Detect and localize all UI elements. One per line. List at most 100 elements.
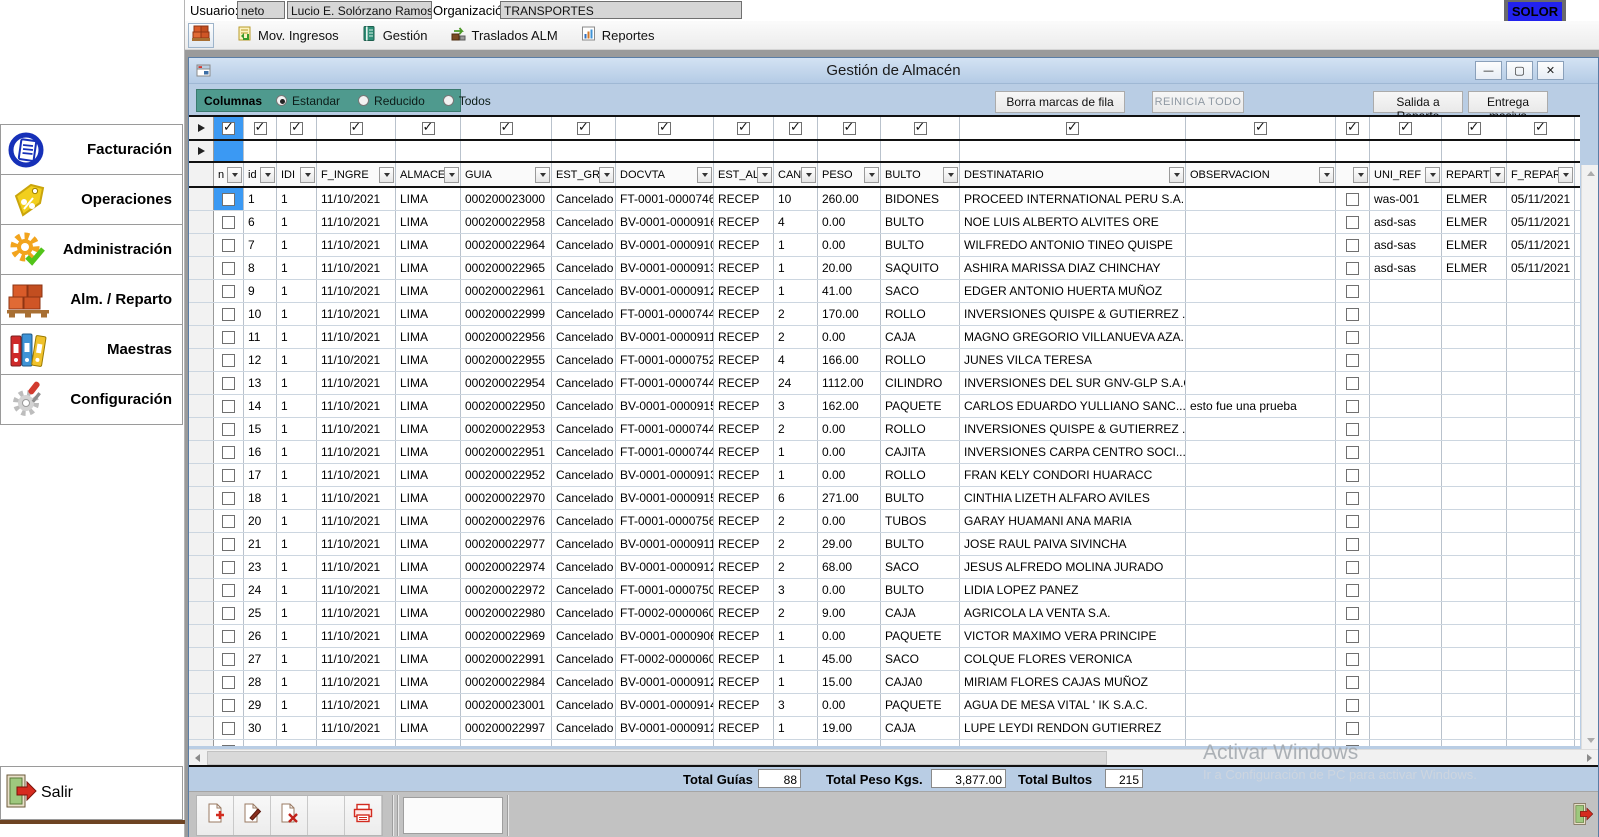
row-check-cell[interactable] xyxy=(1336,441,1370,463)
horizontal-scrollbar[interactable] xyxy=(189,749,1598,765)
checkbox[interactable] xyxy=(1346,308,1359,321)
cell[interactable]: RECEP xyxy=(714,464,774,486)
cell[interactable] xyxy=(1507,326,1575,348)
cell[interactable]: ROLLO xyxy=(881,303,960,325)
checkbox[interactable] xyxy=(222,561,235,574)
filter-cell[interactable] xyxy=(277,141,317,161)
cell[interactable]: INVERSIONES DEL SUR GNV-GLP S.A.C xyxy=(960,372,1186,394)
row-selector[interactable] xyxy=(189,372,214,394)
cell[interactable] xyxy=(1507,303,1575,325)
cell[interactable]: CILINDRO xyxy=(881,372,960,394)
cell[interactable]: 1 xyxy=(774,671,818,693)
cell[interactable] xyxy=(1370,717,1442,739)
row-mark-cell[interactable] xyxy=(214,671,244,693)
cell[interactable]: Cancelado xyxy=(552,625,616,647)
cell[interactable]: Cancelado xyxy=(552,211,616,233)
menu-item-mov-ingresos[interactable]: Mov. Ingresos xyxy=(236,25,339,45)
checkbox[interactable] xyxy=(222,722,235,735)
cell[interactable] xyxy=(1442,740,1507,746)
cell[interactable]: FT-0001-00007467 xyxy=(616,188,714,210)
cell[interactable] xyxy=(1370,464,1442,486)
column-header-REPART[interactable]: REPART xyxy=(1442,163,1507,186)
column-header-DOCVTA[interactable]: DOCVTA xyxy=(616,163,714,186)
filter-cell[interactable] xyxy=(714,141,774,161)
cell[interactable] xyxy=(1442,441,1507,463)
usuario-user-field[interactable]: neto xyxy=(237,1,285,19)
row-check-cell[interactable] xyxy=(1336,372,1370,394)
checkbox[interactable] xyxy=(658,122,671,135)
cell[interactable]: 11/10/2021 xyxy=(317,257,396,279)
entrega-masiva-button[interactable]: Entrega masiva xyxy=(1468,91,1548,113)
cell[interactable]: COLQUE FLORES VERONICA xyxy=(960,648,1186,670)
checkbox[interactable] xyxy=(1346,561,1359,574)
cell[interactable]: LIMA xyxy=(396,602,461,624)
cell[interactable]: LIMA xyxy=(396,372,461,394)
cell[interactable]: FT-0001-00007442 xyxy=(616,441,714,463)
row-selector[interactable] xyxy=(189,257,214,279)
cell[interactable] xyxy=(1370,694,1442,716)
column-toggle-cell[interactable] xyxy=(616,117,714,139)
cell[interactable] xyxy=(1186,694,1336,716)
row-selector[interactable] xyxy=(189,694,214,716)
cell[interactable]: INVERSIONES QUISPE & GUTIERREZ ... xyxy=(960,418,1186,440)
row-selector[interactable] xyxy=(189,163,214,186)
cell[interactable] xyxy=(1507,625,1575,647)
cell[interactable]: RECEP xyxy=(714,188,774,210)
checkbox[interactable] xyxy=(222,308,235,321)
cell[interactable]: RECEP xyxy=(714,303,774,325)
minimize-button[interactable]: — xyxy=(1475,61,1502,80)
cell[interactable]: 2 xyxy=(774,303,818,325)
cell[interactable]: 1 xyxy=(277,464,317,486)
cell[interactable]: 1 xyxy=(277,418,317,440)
cell[interactable] xyxy=(1370,303,1442,325)
cell[interactable]: BV-0001-00009060 xyxy=(616,625,714,647)
cell[interactable] xyxy=(1186,740,1336,746)
cell[interactable]: 000200022958 xyxy=(461,211,552,233)
cell[interactable]: 2 xyxy=(774,602,818,624)
cell[interactable]: BV-0001-00009124 xyxy=(616,280,714,302)
cell[interactable]: 000200022972 xyxy=(461,579,552,601)
checkbox[interactable] xyxy=(1346,377,1359,390)
column-filter-dropdown[interactable] xyxy=(260,167,275,183)
column-header-F_INGRE[interactable]: F_INGRE xyxy=(317,163,396,186)
row-selector[interactable] xyxy=(189,441,214,463)
checkbox[interactable] xyxy=(290,122,303,135)
cell[interactable]: BULTO xyxy=(881,211,960,233)
column-filter-dropdown[interactable] xyxy=(1319,167,1334,183)
cell[interactable]: asd-sas xyxy=(1370,211,1442,233)
filter-cell[interactable] xyxy=(461,141,552,161)
cell[interactable]: 1 xyxy=(277,625,317,647)
cell[interactable]: 0.00 xyxy=(818,694,881,716)
cell[interactable]: 1 xyxy=(774,717,818,739)
table-row[interactable]: 10111/10/2021LIMA000200022999CanceladoFT… xyxy=(189,303,1580,326)
row-check-cell[interactable] xyxy=(1336,533,1370,555)
columnas-radio-todos[interactable]: Todos xyxy=(443,94,491,108)
checkbox[interactable] xyxy=(222,492,235,505)
cell[interactable] xyxy=(1507,717,1575,739)
cell[interactable]: LIMA xyxy=(396,464,461,486)
cell[interactable]: 5 xyxy=(774,740,818,746)
cell[interactable]: FRAN KELY CONDORI HUARACC xyxy=(960,464,1186,486)
cell[interactable] xyxy=(1370,648,1442,670)
cell[interactable]: BV-0001-00009121 xyxy=(616,671,714,693)
cell[interactable]: LIMA xyxy=(396,533,461,555)
cell[interactable]: 1 xyxy=(277,671,317,693)
cell[interactable]: 10 xyxy=(774,188,818,210)
checkbox[interactable] xyxy=(1346,423,1359,436)
row-selector[interactable] xyxy=(189,671,214,693)
row-selector[interactable] xyxy=(189,188,214,210)
cell[interactable]: 05/11/2021 xyxy=(1507,211,1575,233)
cell[interactable]: 11/10/2021 xyxy=(317,211,396,233)
cell[interactable]: ELMER xyxy=(1442,257,1507,279)
row-check-cell[interactable] xyxy=(1336,740,1370,746)
cell[interactable] xyxy=(1186,280,1336,302)
cell[interactable]: 2 xyxy=(774,510,818,532)
cell[interactable]: PAQUETE xyxy=(881,694,960,716)
cell[interactable]: 11/10/2021 xyxy=(317,395,396,417)
cell[interactable]: 0.00 xyxy=(818,510,881,532)
checkbox[interactable] xyxy=(1346,262,1359,275)
cell[interactable] xyxy=(1186,602,1336,624)
cell[interactable] xyxy=(1507,740,1575,746)
checkbox[interactable] xyxy=(222,193,235,206)
column-toggle-cell[interactable] xyxy=(317,117,396,139)
